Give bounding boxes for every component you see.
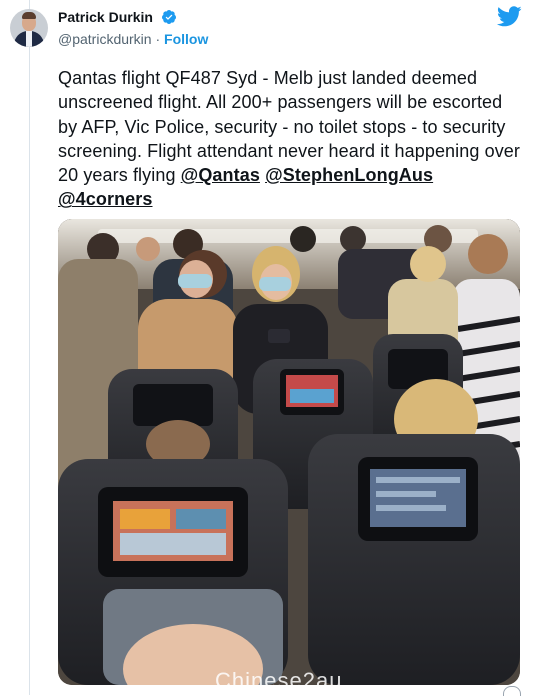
tweet-text: Qantas flight QF487 Syd - Melb just land… <box>58 66 523 212</box>
avatar[interactable] <box>10 9 48 47</box>
mention-stephenlongaus[interactable]: @StephenLongAus <box>265 165 433 185</box>
author-handle-row: @patrickdurkin · Follow <box>58 31 208 47</box>
follow-link[interactable]: Follow <box>164 31 208 47</box>
mention-4corners[interactable]: @4corners <box>58 189 153 209</box>
left-rail <box>0 0 29 695</box>
watermark: Chinese2au <box>215 668 343 693</box>
mention-qantas[interactable]: @Qantas <box>181 165 260 185</box>
twitter-bird-icon[interactable] <box>497 6 522 27</box>
author-name[interactable]: Patrick Durkin <box>58 9 153 25</box>
separator-dot: · <box>155 31 161 47</box>
verified-badge-icon <box>162 10 176 25</box>
tweet-photo[interactable] <box>58 219 520 685</box>
cabin-photo-illustration <box>58 219 520 685</box>
author-handle[interactable]: @patrickdurkin <box>58 31 152 47</box>
